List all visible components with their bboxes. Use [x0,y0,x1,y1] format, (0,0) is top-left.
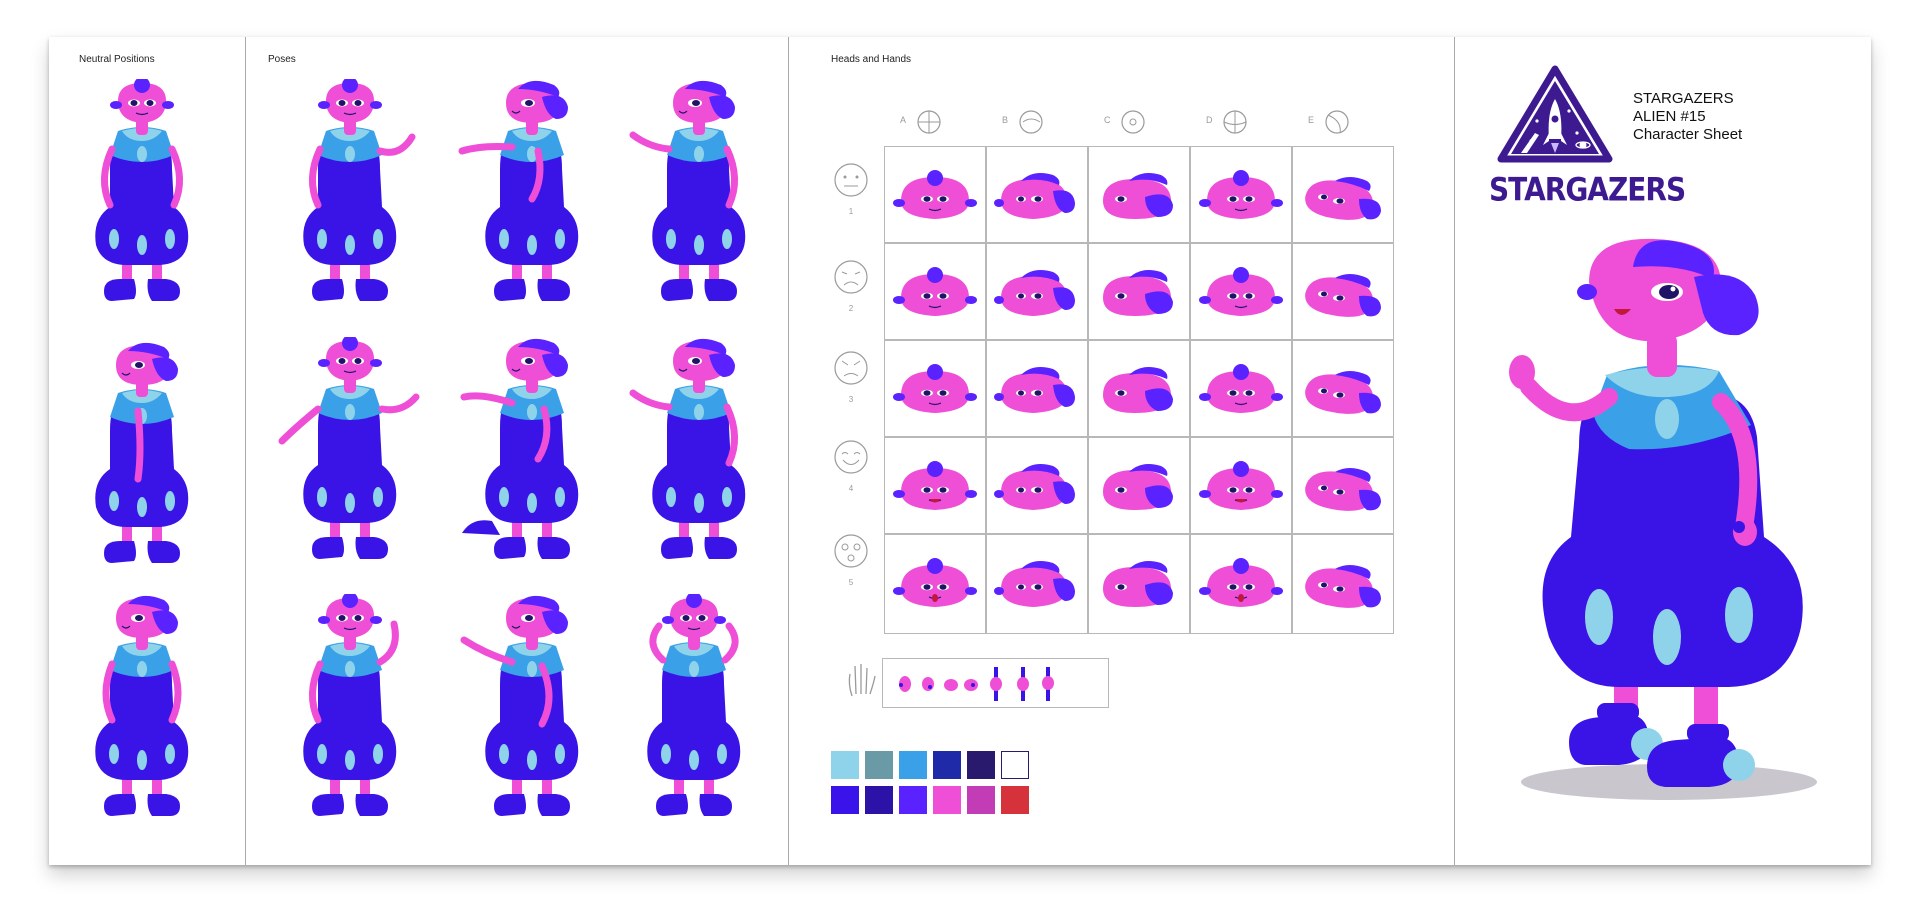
alien-pose [619,337,769,565]
alien-head [1191,147,1291,242]
alien-pose [452,594,602,822]
alien-figure [82,594,202,822]
color-swatch [967,751,995,779]
color-swatch [865,751,893,779]
head-angle-sketch: A [894,105,964,139]
alien-head [987,341,1087,436]
surprised-face-icon [834,534,868,568]
alien-head [1293,341,1393,436]
angry-face-icon [834,351,868,385]
heads-and-hands-title: Heads and Hands [831,54,912,65]
divider [788,37,789,865]
head-sketch-icon [1121,110,1145,134]
alien-head [1089,535,1189,630]
alien-figure [82,341,202,569]
color-swatch [831,786,859,814]
color-swatch [899,751,927,779]
alien-head [1191,341,1291,436]
expression-happy: 4 [821,437,881,507]
alien-head [987,535,1087,630]
divider [245,37,246,865]
poses-title: Poses [268,54,296,65]
alien-pose [280,79,430,307]
alien-head [1191,535,1291,630]
alien-head [987,244,1087,339]
head-sketch-icon [1019,110,1043,134]
color-swatch [899,786,927,814]
sheet-label: Character Sheet [1633,126,1743,143]
hands-box [882,658,1109,708]
color-swatch [1001,786,1029,814]
neutral-face-icon [834,163,868,197]
alien-head [1293,438,1393,533]
alien-head [1293,244,1393,339]
alien-head [987,438,1087,533]
alien-head [885,535,985,630]
alien-pose [619,79,769,307]
head-angle-sketch: E [1302,105,1372,139]
alien-head [1089,341,1189,436]
alien-pose [452,337,602,565]
logo-wordmark: STARGAZERS [1489,170,1686,209]
alien-head [1089,147,1189,242]
expression-sad: 2 [821,257,881,327]
happy-face-icon [834,440,868,474]
alien-hero-figure [1509,238,1817,800]
divider [1454,37,1455,865]
head-angle-sketch: C [1098,105,1168,139]
head-sketch-icon [1325,110,1349,134]
character-sheet: Neutral Positions Poses Heads and Hands … [49,37,1871,865]
alien-head [1089,438,1189,533]
expression-neutral: 1 [821,160,881,230]
color-swatch [865,786,893,814]
alien-pose [619,594,769,822]
expression-surprised: 5 [821,531,881,601]
alien-pose [270,337,430,565]
alien-head [1089,244,1189,339]
alien-head [1293,147,1393,242]
alien-head [885,438,985,533]
alien-head [1191,244,1291,339]
alien-head [987,147,1087,242]
color-swatch [967,786,995,814]
head-angle-sketch: B [996,105,1066,139]
head-angle-sketch: D [1200,105,1270,139]
sad-face-icon [834,260,868,294]
neutral-positions-title: Neutral Positions [79,54,155,65]
color-swatch [933,786,961,814]
expression-angry: 3 [821,348,881,418]
color-swatch [1001,751,1029,779]
sheet-title: STARGAZERS ALIEN #15 Character Sheet [1633,90,1742,144]
heads-grid [884,146,1394,634]
alien-pose [280,594,430,822]
alien-figure [82,79,202,307]
alien-head [1293,535,1393,630]
head-sketch-icon [917,110,941,134]
color-swatch [933,751,961,779]
brand-line: STARGAZERS [1633,90,1734,107]
alien-head [1191,438,1291,533]
alien-hands [899,667,1054,701]
alien-pose [452,79,602,307]
alien-head [885,341,985,436]
character-name: ALIEN #15 [1633,108,1706,125]
alien-head [885,244,985,339]
hand-sketch-icon [848,664,876,697]
head-sketch-icon [1223,110,1247,134]
alien-head [885,147,985,242]
color-swatch [831,751,859,779]
